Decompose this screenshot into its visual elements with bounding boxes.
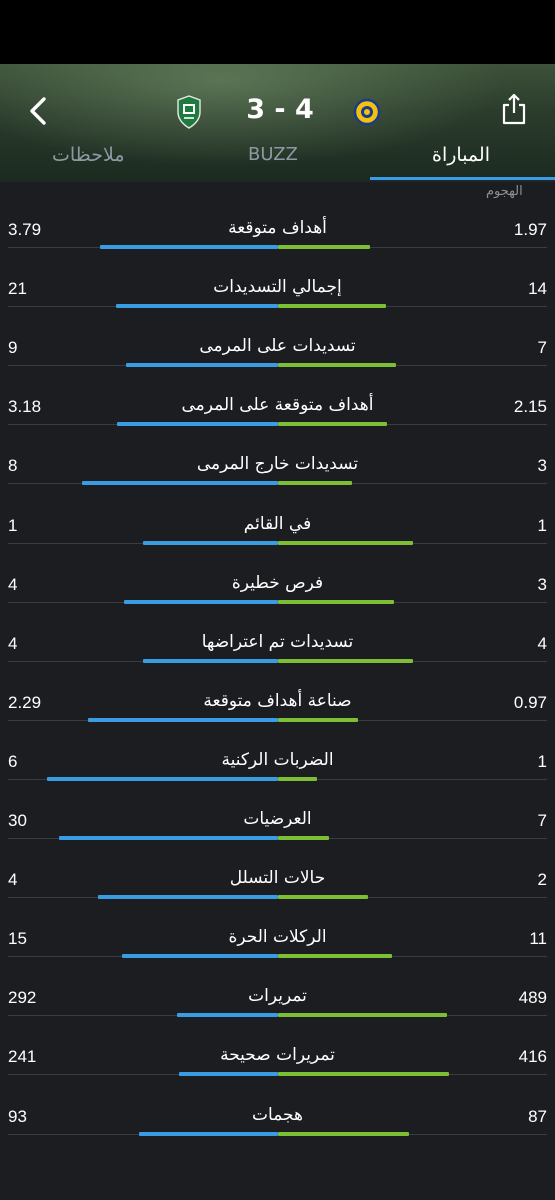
stat-value-right: 87 bbox=[528, 1106, 547, 1126]
stat-value-right: 3 bbox=[537, 574, 547, 594]
share-icon[interactable] bbox=[500, 92, 528, 126]
stat-label: تسديدات على المرمى bbox=[199, 336, 356, 357]
stat-label: أهداف متوقعة على المرمى bbox=[181, 395, 374, 416]
stat-row: 4 حالات التسلل 2 bbox=[0, 832, 555, 900]
stat-row: 3.79 أهداف متوقعة 1.97 bbox=[0, 182, 555, 249]
stat-value-right: 7 bbox=[537, 811, 547, 830]
active-tab-indicator bbox=[370, 177, 555, 180]
stat-row: 1 في القائم 1 bbox=[0, 478, 555, 545]
stat-label: الضربات الركنية bbox=[221, 749, 334, 770]
al-nassr-crest-icon[interactable] bbox=[352, 94, 382, 130]
stat-value-right: 3 bbox=[537, 456, 547, 476]
stat-label: في القائم bbox=[243, 513, 312, 534]
stat-row: 93 هجمات 87 bbox=[0, 1069, 555, 1136]
stat-row: 292 تمريرات 489 bbox=[0, 950, 555, 1018]
stat-value-right: 4 bbox=[537, 633, 547, 653]
tab-match[interactable]: المباراة bbox=[432, 144, 490, 166]
stat-value-left: 2.29 bbox=[8, 692, 42, 712]
stat-row: 21 إجمالي التسديدات 14 bbox=[0, 241, 555, 309]
stat-value-right: 11 bbox=[529, 929, 547, 949]
stat-label: العرضيات bbox=[243, 809, 312, 829]
stat-label: أهداف متوقعة bbox=[228, 218, 327, 238]
stat-value-left: 241 bbox=[8, 1047, 37, 1067]
stat-value-left: 292 bbox=[8, 988, 37, 1008]
stat-value-left: 4 bbox=[8, 870, 18, 890]
stat-row: 4 فرص خطيرة 3 bbox=[0, 537, 555, 604]
stat-label: هجمات bbox=[252, 1104, 303, 1125]
back-chevron-icon[interactable] bbox=[26, 94, 52, 128]
stat-bar-right bbox=[278, 1131, 409, 1136]
stat-row: 30 العرضيات 7 bbox=[0, 773, 555, 840]
stat-value-left: 93 bbox=[8, 1106, 27, 1126]
stat-value-right: 1.97 bbox=[513, 220, 547, 239]
stat-value-right: 1 bbox=[537, 751, 547, 771]
stats-panel: الهجوم 3.79 أهداف متوقعة 1.97 21 إجمالي التس… bbox=[0, 182, 555, 1200]
stat-label: تسديدات خارج المرمى bbox=[196, 454, 359, 475]
stat-row: 15 الركلات الحرة 11 bbox=[0, 891, 555, 959]
stat-row: 4 تسديدات تم اعتراضها 4 bbox=[0, 596, 555, 663]
stat-value-left: 21 bbox=[8, 279, 27, 299]
stat-value-right: 416 bbox=[518, 1047, 547, 1067]
stat-label: تسديدات تم اعتراضها bbox=[201, 631, 354, 652]
stat-row: 8 تسديدات خارج المرمى 3 bbox=[0, 418, 555, 486]
stat-value-left: 3.18 bbox=[8, 397, 42, 417]
stat-value-right: 14 bbox=[528, 279, 547, 299]
stat-row: 2.29 صناعة أهداف متوقعة 0.97 bbox=[0, 655, 555, 722]
tab-buzz[interactable]: BUZZ bbox=[248, 144, 298, 165]
stat-label: حالات التسلل bbox=[229, 868, 326, 889]
stat-bar-left bbox=[138, 1131, 278, 1136]
stat-label: فرص خطيرة bbox=[231, 572, 324, 593]
stat-label: تمريرات صحيحة bbox=[220, 1045, 335, 1066]
stat-value-left: 8 bbox=[8, 456, 18, 476]
stat-value-right: 7 bbox=[537, 338, 547, 358]
al-ahli-crest-icon[interactable] bbox=[174, 94, 204, 130]
stat-value-right: 1 bbox=[537, 515, 547, 535]
stat-value-left: 9 bbox=[8, 338, 18, 358]
stat-value-left: 4 bbox=[8, 574, 18, 594]
match-header: 3 - 4 ملاحظات BUZZ المباراة bbox=[0, 64, 555, 182]
stat-label: الركلات الحرة bbox=[228, 927, 327, 948]
stat-label: صناعة أهداف متوقعة bbox=[203, 690, 352, 711]
stat-value-left: 30 bbox=[8, 811, 27, 830]
stat-value-right: 2 bbox=[537, 870, 547, 890]
stat-row: 3.18 أهداف متوقعة على المرمى 2.15 bbox=[0, 359, 555, 427]
stat-row: 241 تمريرات صحيحة 416 bbox=[0, 1009, 555, 1077]
stat-row: 9 تسديدات على المرمى 7 bbox=[0, 300, 555, 368]
stat-value-left: 6 bbox=[8, 751, 18, 771]
stat-row: 6 الضربات الركنية 1 bbox=[0, 714, 555, 781]
match-score: 3 - 4 bbox=[246, 94, 314, 125]
stat-value-right: 2.15 bbox=[513, 397, 547, 417]
stat-label: تمريرات bbox=[248, 986, 307, 1007]
stat-value-left: 15 bbox=[8, 929, 27, 949]
tab-notes[interactable]: ملاحظات bbox=[52, 144, 125, 166]
stat-value-left: 4 bbox=[8, 633, 18, 653]
stat-value-right: 489 bbox=[518, 988, 547, 1008]
stat-value-left: 3.79 bbox=[8, 220, 42, 239]
stat-value-left: 1 bbox=[8, 515, 18, 535]
stat-label: إجمالي التسديدات bbox=[213, 277, 342, 298]
stat-value-right: 0.97 bbox=[513, 692, 547, 712]
